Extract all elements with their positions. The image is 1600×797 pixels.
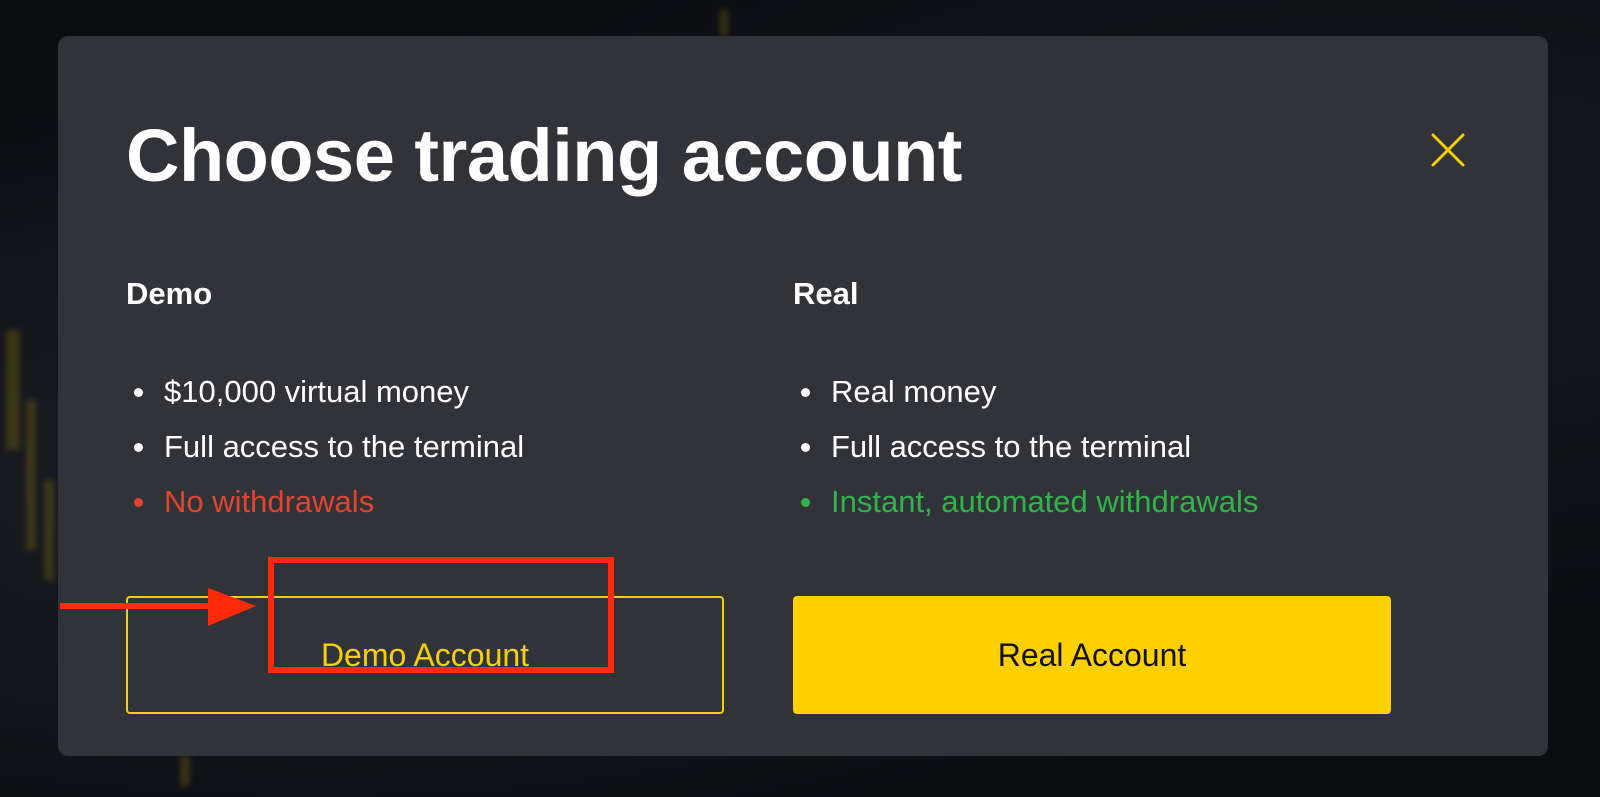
demo-heading: Demo — [126, 276, 213, 311]
demo-feature-text: $10,000 virtual money — [164, 374, 470, 409]
real-feature-item: Full access to the terminal — [793, 419, 1393, 474]
bullet-icon — [134, 498, 143, 507]
bullet-icon — [801, 443, 810, 452]
real-heading: Real — [793, 276, 859, 311]
background-candle — [44, 480, 54, 580]
demo-feature-item: $10,000 virtual money — [126, 364, 726, 419]
demo-feature-item: Full access to the terminal — [126, 419, 726, 474]
real-column: Real Real money Full access to the termi… — [793, 276, 1393, 529]
real-feature-list: Real money Full access to the terminal I… — [793, 364, 1393, 529]
demo-column: Demo $10,000 virtual money Full access t… — [126, 276, 726, 529]
demo-feature-list: $10,000 virtual money Full access to the… — [126, 364, 726, 529]
close-icon — [1431, 133, 1465, 167]
bullet-icon — [801, 498, 810, 507]
dialog-title: Choose trading account — [126, 114, 962, 197]
bullet-icon — [134, 388, 143, 397]
bullet-icon — [801, 388, 810, 397]
real-feature-text: Full access to the terminal — [831, 429, 1192, 464]
bullet-icon — [134, 443, 143, 452]
background-candle — [180, 756, 190, 786]
real-feature-item-positive: Instant, automated withdrawals — [793, 474, 1393, 529]
real-feature-text: Real money — [831, 374, 997, 409]
real-account-button[interactable]: Real Account — [793, 596, 1391, 714]
background-candle — [26, 400, 36, 550]
real-feature-text: Instant, automated withdrawals — [831, 484, 1259, 519]
demo-feature-text: Full access to the terminal — [164, 429, 525, 464]
demo-account-button[interactable]: Demo Account — [126, 596, 724, 714]
close-button[interactable] — [1428, 130, 1468, 170]
choose-account-dialog: Choose trading account Demo $10,000 virt… — [58, 36, 1548, 756]
real-feature-item: Real money — [793, 364, 1393, 419]
background-candle — [720, 10, 728, 36]
background-candle — [6, 330, 20, 450]
demo-feature-item-negative: No withdrawals — [126, 474, 726, 529]
demo-feature-text: No withdrawals — [164, 484, 375, 519]
